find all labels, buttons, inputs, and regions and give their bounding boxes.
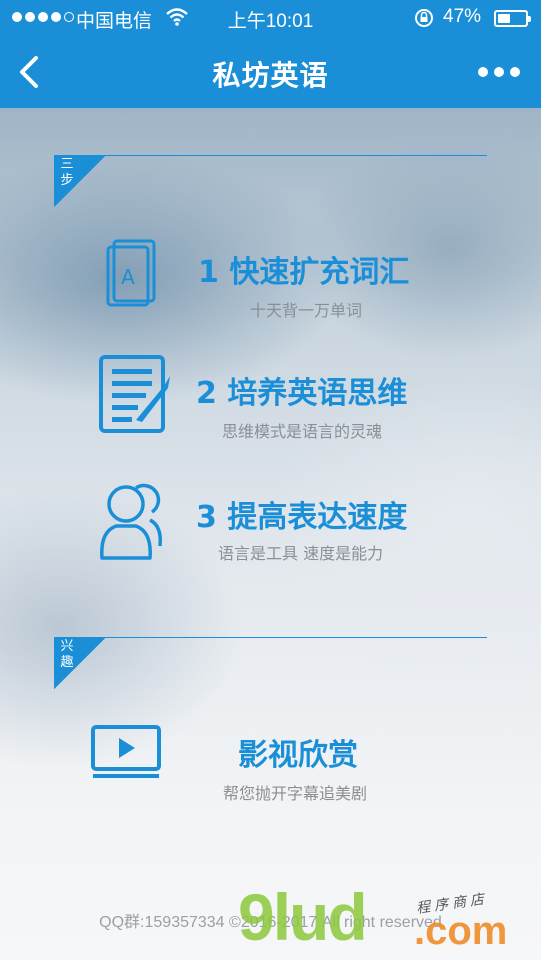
- watermark-domain: .com: [414, 909, 508, 953]
- section-tag-label: 三步: [60, 157, 74, 188]
- more-dots-icon[interactable]: [478, 62, 522, 82]
- section-tag-label: 兴趣: [60, 639, 74, 670]
- feature-title: 影视欣赏: [238, 738, 358, 773]
- section-steps-header: 三步: [54, 155, 487, 207]
- feature-subtitle: 思维模式是语言的灵魂: [222, 422, 383, 441]
- feature-title: 1 快速扩充词汇: [198, 255, 410, 290]
- status-bar: 中国电信 上午10:01 47%: [0, 0, 541, 36]
- nav-bar: 私坊英语: [0, 36, 541, 108]
- section-interest-header: 兴趣: [54, 637, 487, 689]
- vocabulary-book-icon: A: [106, 239, 156, 307]
- watermark-logo: 9lud 程序商店 .com: [238, 880, 538, 960]
- feature-title: 3 提高表达速度: [196, 500, 408, 535]
- feature-subtitle: 十天背一万单词: [250, 301, 363, 320]
- feature-subtitle: 语言是工具 速度是能力: [218, 544, 384, 563]
- watermark-brand: 9lud: [238, 880, 368, 954]
- notepad-pen-icon: [99, 355, 170, 433]
- page-title: 私坊英语: [212, 59, 329, 92]
- feature-subtitle: 帮您抛开字幕追美剧: [223, 784, 368, 803]
- svg-text:A: A: [121, 265, 135, 289]
- feature-title: 2 培养英语思维: [196, 376, 408, 411]
- battery-percent: 47%: [443, 6, 482, 27]
- rotation-lock-icon: [415, 9, 433, 27]
- users-icon: [100, 483, 163, 560]
- battery-icon: [494, 10, 531, 27]
- video-play-icon: [91, 725, 161, 778]
